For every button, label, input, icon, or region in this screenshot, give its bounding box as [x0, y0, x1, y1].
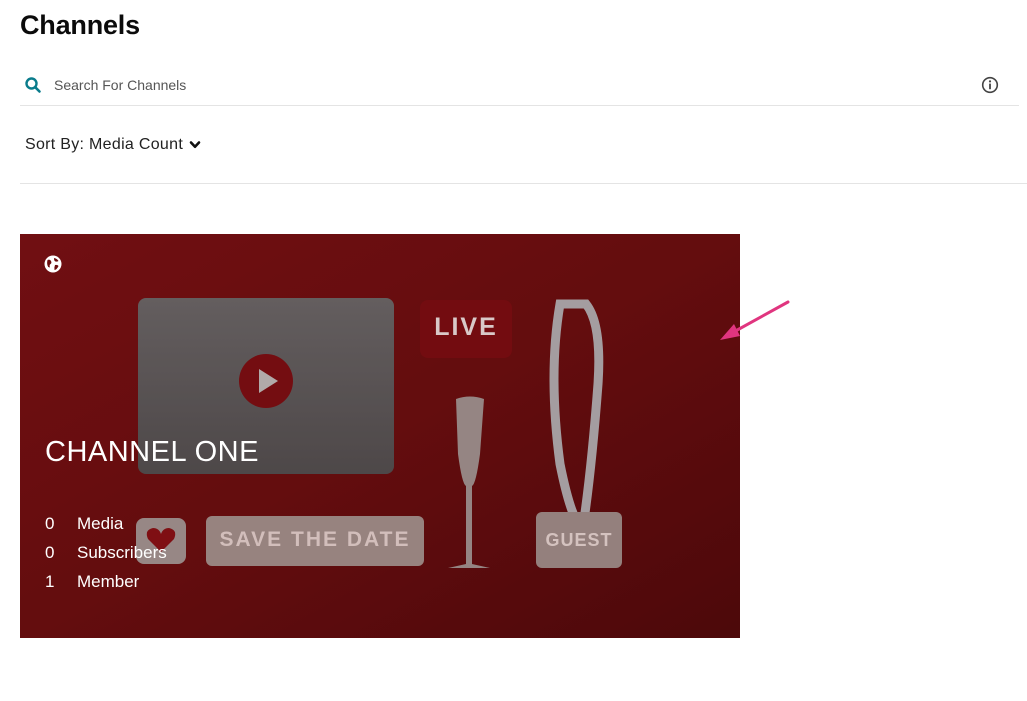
chevron-down-icon [189, 141, 201, 149]
arrow-icon [720, 300, 790, 340]
search-bar [20, 64, 1019, 106]
channels-page: Channels Sort By: Media Count [0, 0, 1027, 701]
globe-icon [44, 255, 62, 273]
stat-label: Member [77, 571, 140, 591]
sort-label: Sort By: Media Count [25, 136, 184, 153]
stat-count: 0 [45, 542, 55, 562]
art-save-the-date-text: SAVE THE DATE [219, 528, 411, 551]
channel-card[interactable]: LIVE SAVE THE DATE GUEST CHANNEL ONE 0 M… [20, 234, 740, 638]
stat-label: Media [77, 513, 124, 533]
sort-dropdown[interactable]: Sort By: Media Count [25, 136, 201, 154]
channel-stats: 0 Media 0 Subscribers 1 Member [45, 509, 167, 596]
stat-media: 0 Media [45, 509, 167, 538]
stat-label: Subscribers [77, 542, 167, 562]
art-guest-text: GUEST [545, 530, 613, 550]
channel-name: CHANNEL ONE [45, 436, 259, 468]
page-title: Channels [20, 10, 140, 40]
stat-count: 0 [45, 513, 55, 533]
stat-subscribers: 0 Subscribers [45, 538, 167, 567]
info-icon[interactable] [981, 76, 999, 94]
stat-count: 1 [45, 571, 55, 591]
search-input[interactable] [54, 73, 954, 97]
art-live-text: LIVE [434, 313, 498, 341]
search-icon[interactable] [24, 76, 42, 94]
stat-members: 1 Member [45, 567, 167, 596]
sort-row: Sort By: Media Count [20, 107, 1027, 184]
